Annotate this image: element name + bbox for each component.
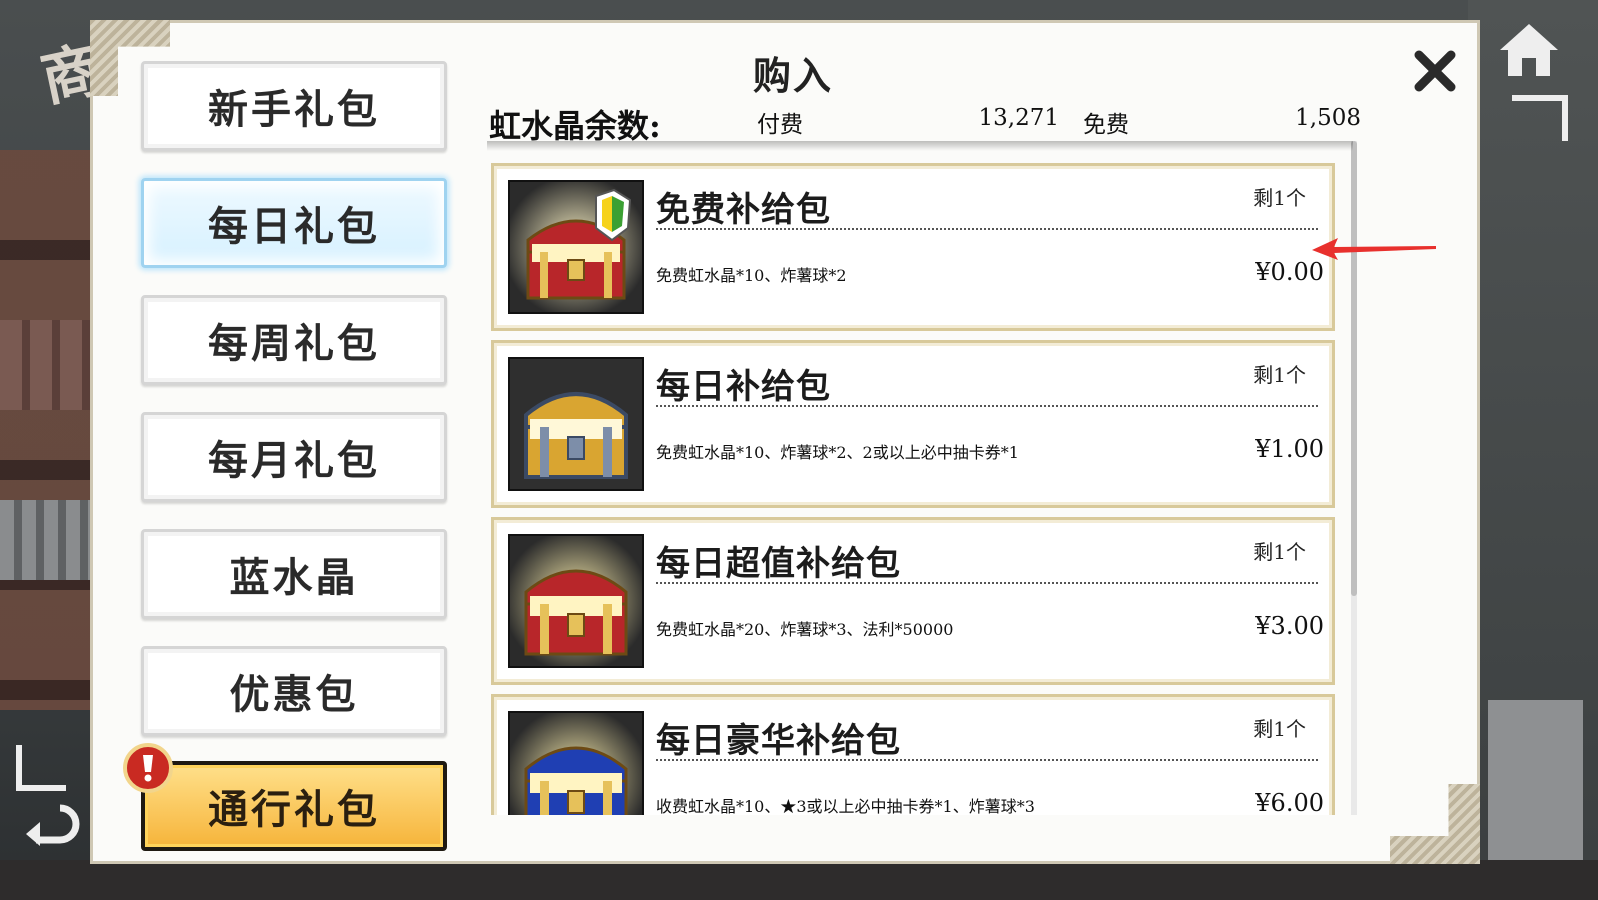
- crystal-balance: 虹水晶余数: 付费 13,271 免费 1,508: [489, 101, 1361, 145]
- product-description: 收费虹水晶*10、★3或以上必中抽卡券*1、炸薯球*3: [656, 797, 1035, 815]
- background-jars: [0, 320, 95, 410]
- product-name: 免费补给包: [656, 190, 831, 230]
- product-name: 每日豪华补给包: [656, 721, 901, 761]
- tab-label: 通行礼包: [208, 786, 380, 833]
- divider: [656, 405, 1318, 407]
- product-item[interactable]: 每日补给包 剩1个 免费虹水晶*10、炸薯球*2、2或以上必中抽卡券*1 ¥1.…: [491, 340, 1335, 508]
- tab-blue-crystal[interactable]: 蓝水晶: [141, 529, 447, 619]
- background-bottles: [0, 500, 95, 580]
- tab-monthly-pack[interactable]: 每月礼包: [141, 412, 447, 502]
- product-name: 每日补给包: [656, 367, 831, 407]
- close-icon[interactable]: [1411, 47, 1459, 95]
- dialog-title: 购入: [752, 53, 833, 98]
- product-stock: 剩1个: [1253, 186, 1306, 210]
- product-item[interactable]: 免费补给包 剩1个 免费虹水晶*10、炸薯球*2 ¥0.00: [491, 163, 1335, 331]
- scrollbar-thumb[interactable]: [1351, 141, 1357, 596]
- back-arrow-icon[interactable]: [22, 800, 82, 850]
- background-right-panel: [1488, 700, 1583, 860]
- tab-label: 每月礼包: [208, 437, 380, 484]
- tab-beginner-pack[interactable]: 新手礼包: [141, 61, 447, 151]
- product-price[interactable]: ¥3.00: [1255, 612, 1324, 640]
- product-item[interactable]: 每日豪华补给包 剩1个 收费虹水晶*10、★3或以上必中抽卡券*1、炸薯球*3 …: [491, 694, 1335, 815]
- list-top-shadow: [487, 141, 1353, 151]
- dialog-corner-decoration: [1390, 784, 1480, 864]
- tab-label: 优惠包: [229, 671, 359, 718]
- tab-daily-pack[interactable]: 每日礼包: [141, 178, 447, 268]
- product-description: 免费虹水晶*20、炸薯球*3、法利*50000: [656, 620, 954, 639]
- background-floor: [0, 860, 1598, 900]
- home-icon[interactable]: [1498, 22, 1560, 78]
- product-stock: 剩1个: [1253, 717, 1306, 741]
- purchase-dialog: 购入 虹水晶余数: 付费 13,271 免费 1,508 新手礼包 每日礼包 每…: [90, 20, 1480, 864]
- paid-value: 13,271: [978, 105, 1059, 131]
- product-list[interactable]: 免费补给包 剩1个 免费虹水晶*10、炸薯球*2 ¥0.00 每日补给包 剩1个: [487, 141, 1357, 815]
- product-price[interactable]: ¥6.00: [1255, 789, 1324, 815]
- divider: [656, 228, 1318, 230]
- divider: [656, 582, 1318, 584]
- free-value: 1,508: [1295, 105, 1361, 131]
- divider: [656, 759, 1318, 761]
- red-treasure-chest-icon: [508, 534, 644, 668]
- product-stock: 剩1个: [1253, 363, 1306, 387]
- tab-label: 新手礼包: [208, 86, 380, 133]
- red-treasure-chest-icon: [508, 180, 644, 314]
- tab-pass-pack[interactable]: 通行礼包: [123, 743, 447, 851]
- frame-corner-decoration: [1512, 95, 1568, 141]
- alert-badge-icon: [123, 743, 173, 793]
- tab-discount-pack[interactable]: 优惠包: [141, 646, 447, 736]
- frame-corner-decoration: [16, 745, 66, 791]
- product-price[interactable]: ¥1.00: [1255, 435, 1324, 463]
- free-label: 免费: [1083, 112, 1129, 138]
- tab-label: 蓝水晶: [229, 554, 359, 601]
- tab-label: 每日礼包: [208, 203, 380, 250]
- product-description: 免费虹水晶*10、炸薯球*2: [656, 266, 847, 285]
- background-shelf: [0, 150, 95, 710]
- tab-label: 每周礼包: [208, 320, 380, 367]
- product-stock: 剩1个: [1253, 540, 1306, 564]
- product-item[interactable]: 每日超值补给包 剩1个 免费虹水晶*20、炸薯球*3、法利*50000 ¥3.0…: [491, 517, 1335, 685]
- red-arrow-annotation-icon: [1312, 236, 1436, 260]
- product-name: 每日超值补给包: [656, 544, 901, 584]
- paid-label: 付费: [757, 112, 803, 138]
- product-price[interactable]: ¥0.00: [1255, 258, 1324, 286]
- tab-weekly-pack[interactable]: 每周礼包: [141, 295, 447, 385]
- blue-treasure-chest-icon: [508, 711, 644, 815]
- product-description: 免费虹水晶*10、炸薯球*2、2或以上必中抽卡券*1: [656, 443, 1019, 462]
- gold-treasure-chest-icon: [508, 357, 644, 491]
